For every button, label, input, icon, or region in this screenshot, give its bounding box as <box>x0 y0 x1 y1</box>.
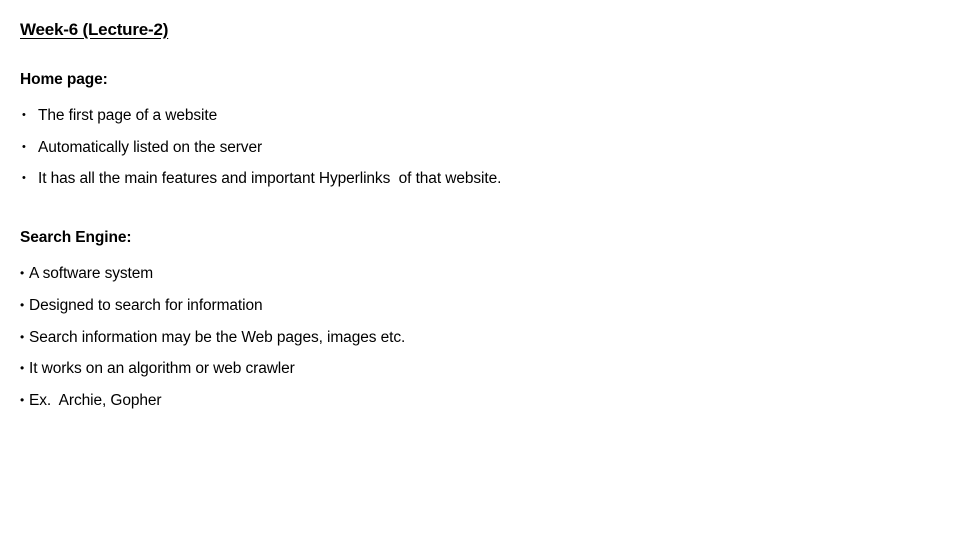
list-item-label: The first page of a website <box>38 107 218 124</box>
list-item-label: It has all the main features and importa… <box>38 170 502 187</box>
list-item-label: Designed to search for information <box>29 296 263 314</box>
bullet-icon: • <box>20 329 25 344</box>
bullet-icon: • <box>22 172 26 184</box>
list-item: • A software system <box>20 258 920 290</box>
slide-canvas: Week-6 (Lecture-2) Home page: • The firs… <box>0 0 960 540</box>
section-heading-home-page: Home page: <box>20 71 108 88</box>
list-item: • Automatically listed on the server <box>20 132 920 164</box>
list-item: • It works on an algorithm or web crawle… <box>20 353 920 385</box>
bullet-list-search-engine: • A software system • Designed to search… <box>20 258 920 417</box>
list-item-label: Automatically listed on the server <box>38 138 263 156</box>
list-item: • Ex. Archie, Gopher <box>20 385 920 417</box>
bullet-icon: • <box>20 361 25 376</box>
bullet-list-home-page: • The first page of a website • Automati… <box>20 100 920 195</box>
section-search-engine: Search Engine: • A software system • Des… <box>20 227 920 417</box>
bullet-icon: • <box>20 266 25 280</box>
bullet-icon: • <box>22 140 26 153</box>
section-heading-search-engine: Search Engine: <box>20 229 132 246</box>
list-item-label: Search information may be the Web pages,… <box>29 328 406 346</box>
list-item-label: Ex. Archie, Gopher <box>29 392 162 410</box>
bullet-icon: • <box>20 297 25 312</box>
section-home-page: Home page: • The first page of a website… <box>20 69 920 195</box>
list-item-label: It works on an algorithm or web crawler <box>29 360 295 378</box>
list-item: • Designed to search for information <box>20 290 920 322</box>
bullet-icon: • <box>22 109 26 121</box>
bullet-icon: • <box>20 393 25 408</box>
page-title: Week-6 (Lecture-2) <box>20 20 169 39</box>
list-item: • It has all the main features and impor… <box>20 163 920 195</box>
list-item-label: A software system <box>29 265 154 282</box>
list-item: • Search information may be the Web page… <box>20 322 920 354</box>
list-item: • The first page of a website <box>20 100 920 132</box>
